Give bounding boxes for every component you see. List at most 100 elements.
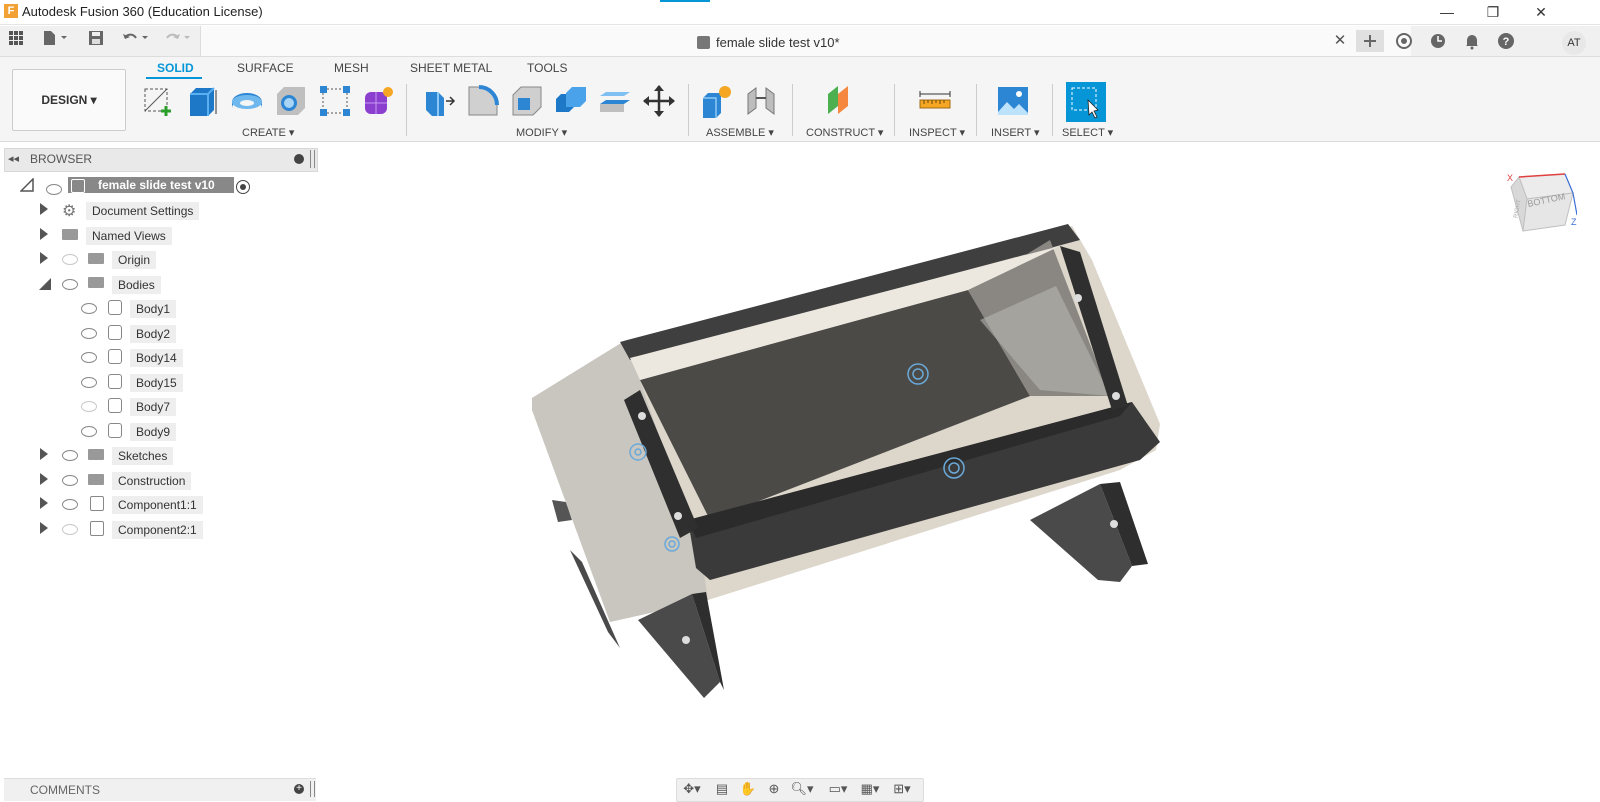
add-comment-icon[interactable]: +: [294, 784, 304, 794]
new-tab-plus-icon[interactable]: [1356, 30, 1384, 52]
activate-radio-icon[interactable]: [236, 180, 250, 194]
hole-icon[interactable]: [274, 84, 306, 116]
press-pull-icon[interactable]: [422, 84, 456, 116]
tree-item-body7[interactable]: Body7: [130, 398, 177, 416]
create-sketch-icon[interactable]: [142, 84, 174, 116]
browser-resize-handle[interactable]: [310, 150, 315, 168]
tree-item-sketches[interactable]: Sketches: [112, 447, 174, 465]
tree-item-construction[interactable]: Construction: [112, 472, 192, 490]
visibility-eye-icon[interactable]: [62, 475, 78, 486]
offset-plane-icon[interactable]: [824, 84, 856, 116]
visibility-eye-icon[interactable]: [81, 426, 97, 437]
zoom-icon[interactable]: ⊕: [762, 780, 786, 798]
visibility-eye-icon[interactable]: [81, 328, 97, 339]
redo-icon[interactable]: [160, 30, 196, 52]
root-collapse-icon[interactable]: [19, 177, 34, 195]
create-group-menu[interactable]: CREATE ▾: [242, 126, 294, 139]
tree-item-body2[interactable]: Body2: [130, 325, 177, 343]
file-menu-icon[interactable]: [38, 30, 74, 52]
visibility-eye-icon[interactable]: [62, 499, 78, 510]
comments-resize-handle[interactable]: [310, 781, 315, 797]
data-panel-grid-icon[interactable]: [4, 30, 28, 52]
inspect-group-menu[interactable]: INSPECT ▾: [909, 126, 965, 139]
construct-group-menu[interactable]: CONSTRUCT ▾: [806, 126, 883, 139]
visibility-eye-icon[interactable]: [62, 450, 78, 461]
visibility-eye-hidden-icon[interactable]: [62, 524, 78, 535]
user-avatar[interactable]: AT: [1562, 31, 1586, 55]
assemble-group-menu[interactable]: ASSEMBLE ▾: [706, 126, 774, 139]
close-window-button[interactable]: ✕: [1518, 2, 1564, 22]
expand-arrow-icon[interactable]: [40, 228, 48, 240]
viewports-icon[interactable]: ⊞▾: [890, 780, 914, 798]
expand-arrow-icon[interactable]: [40, 473, 48, 485]
extensions-icon[interactable]: [1390, 30, 1418, 52]
grid-snaps-icon[interactable]: ▦▾: [858, 780, 882, 798]
extrude-icon[interactable]: [186, 84, 218, 116]
move-copy-icon[interactable]: [642, 84, 675, 117]
collapse-arrow-icon[interactable]: [38, 277, 52, 294]
tab-solid[interactable]: SOLID: [157, 61, 194, 75]
tree-item-document-settings[interactable]: Document Settings: [86, 202, 200, 220]
collapse-browser-icon[interactable]: ◂◂: [8, 152, 19, 165]
undo-icon[interactable]: [118, 30, 154, 52]
tab-tools[interactable]: TOOLS: [527, 61, 567, 75]
tree-item-body14[interactable]: Body14: [130, 349, 183, 367]
browser-minus-icon[interactable]: [294, 154, 304, 164]
tree-item-origin[interactable]: Origin: [112, 251, 157, 269]
expand-arrow-icon[interactable]: [40, 252, 48, 264]
visibility-eye-hidden-icon[interactable]: [81, 401, 97, 412]
expand-arrow-icon[interactable]: [40, 497, 48, 509]
joint-icon[interactable]: [744, 84, 776, 116]
tree-item-named-views[interactable]: Named Views: [86, 227, 172, 245]
tree-item-body1[interactable]: Body1: [130, 300, 177, 318]
measure-icon[interactable]: [918, 84, 951, 116]
offset-face-icon[interactable]: [598, 84, 630, 116]
insert-image-icon[interactable]: [996, 84, 1028, 116]
tab-sheet-metal[interactable]: SHEET METAL: [410, 61, 492, 75]
select-tool-icon[interactable]: [1066, 82, 1106, 122]
display-settings-icon[interactable]: ▭▾: [826, 780, 850, 798]
close-tab-icon[interactable]: ✕: [1326, 30, 1354, 52]
tree-item-component1[interactable]: Component1:1: [112, 496, 203, 514]
fillet-icon[interactable]: [466, 84, 499, 116]
combine-icon[interactable]: [554, 84, 586, 116]
visibility-eye-icon[interactable]: [46, 184, 62, 195]
job-status-clock-icon[interactable]: [1424, 30, 1452, 52]
select-group-label: SELECT: [1062, 127, 1105, 139]
insert-group-menu[interactable]: INSERT ▾: [991, 126, 1040, 139]
document-icon: [697, 36, 710, 49]
pattern-icon[interactable]: [318, 84, 350, 116]
help-icon[interactable]: ?: [1492, 30, 1520, 52]
tree-item-bodies[interactable]: Bodies: [112, 276, 161, 294]
restore-button[interactable]: ❐: [1470, 2, 1516, 22]
select-group-menu[interactable]: SELECT ▾: [1062, 126, 1113, 139]
minimize-button[interactable]: —: [1424, 2, 1470, 22]
fit-zoom-icon[interactable]: 🔍︎▾: [790, 780, 814, 798]
visibility-eye-icon[interactable]: [81, 303, 97, 314]
visibility-eye-hidden-icon[interactable]: [62, 254, 78, 265]
create-form-icon[interactable]: [362, 84, 394, 116]
pan-hand-icon[interactable]: ✋: [736, 780, 760, 798]
tree-item-body15[interactable]: Body15: [130, 374, 183, 392]
visibility-eye-icon[interactable]: [62, 279, 78, 290]
tab-surface[interactable]: SURFACE: [237, 61, 294, 75]
tree-item-component2[interactable]: Component2:1: [112, 521, 203, 539]
tree-item-body9[interactable]: Body9: [130, 423, 177, 441]
tab-mesh[interactable]: MESH: [334, 61, 369, 75]
expand-arrow-icon[interactable]: [40, 448, 48, 460]
expand-arrow-icon[interactable]: [40, 203, 48, 215]
look-at-icon[interactable]: ▤: [710, 780, 734, 798]
viewcube[interactable]: BOTTOM RIGHT X Z: [1505, 173, 1577, 235]
visibility-eye-icon[interactable]: [81, 377, 97, 388]
expand-arrow-icon[interactable]: [40, 522, 48, 534]
new-component-icon[interactable]: [700, 84, 732, 118]
visibility-eye-icon[interactable]: [81, 352, 97, 363]
shell-icon[interactable]: [510, 84, 542, 116]
modify-group-menu[interactable]: MODIFY ▾: [516, 126, 567, 139]
orbit-icon[interactable]: ✥▾: [680, 780, 704, 798]
model-viewport[interactable]: [520, 220, 1200, 720]
workspace-switcher-button[interactable]: DESIGN ▾: [12, 69, 126, 131]
notifications-bell-icon[interactable]: [1458, 30, 1486, 52]
revolve-icon[interactable]: [230, 84, 262, 116]
save-icon[interactable]: [84, 30, 108, 52]
